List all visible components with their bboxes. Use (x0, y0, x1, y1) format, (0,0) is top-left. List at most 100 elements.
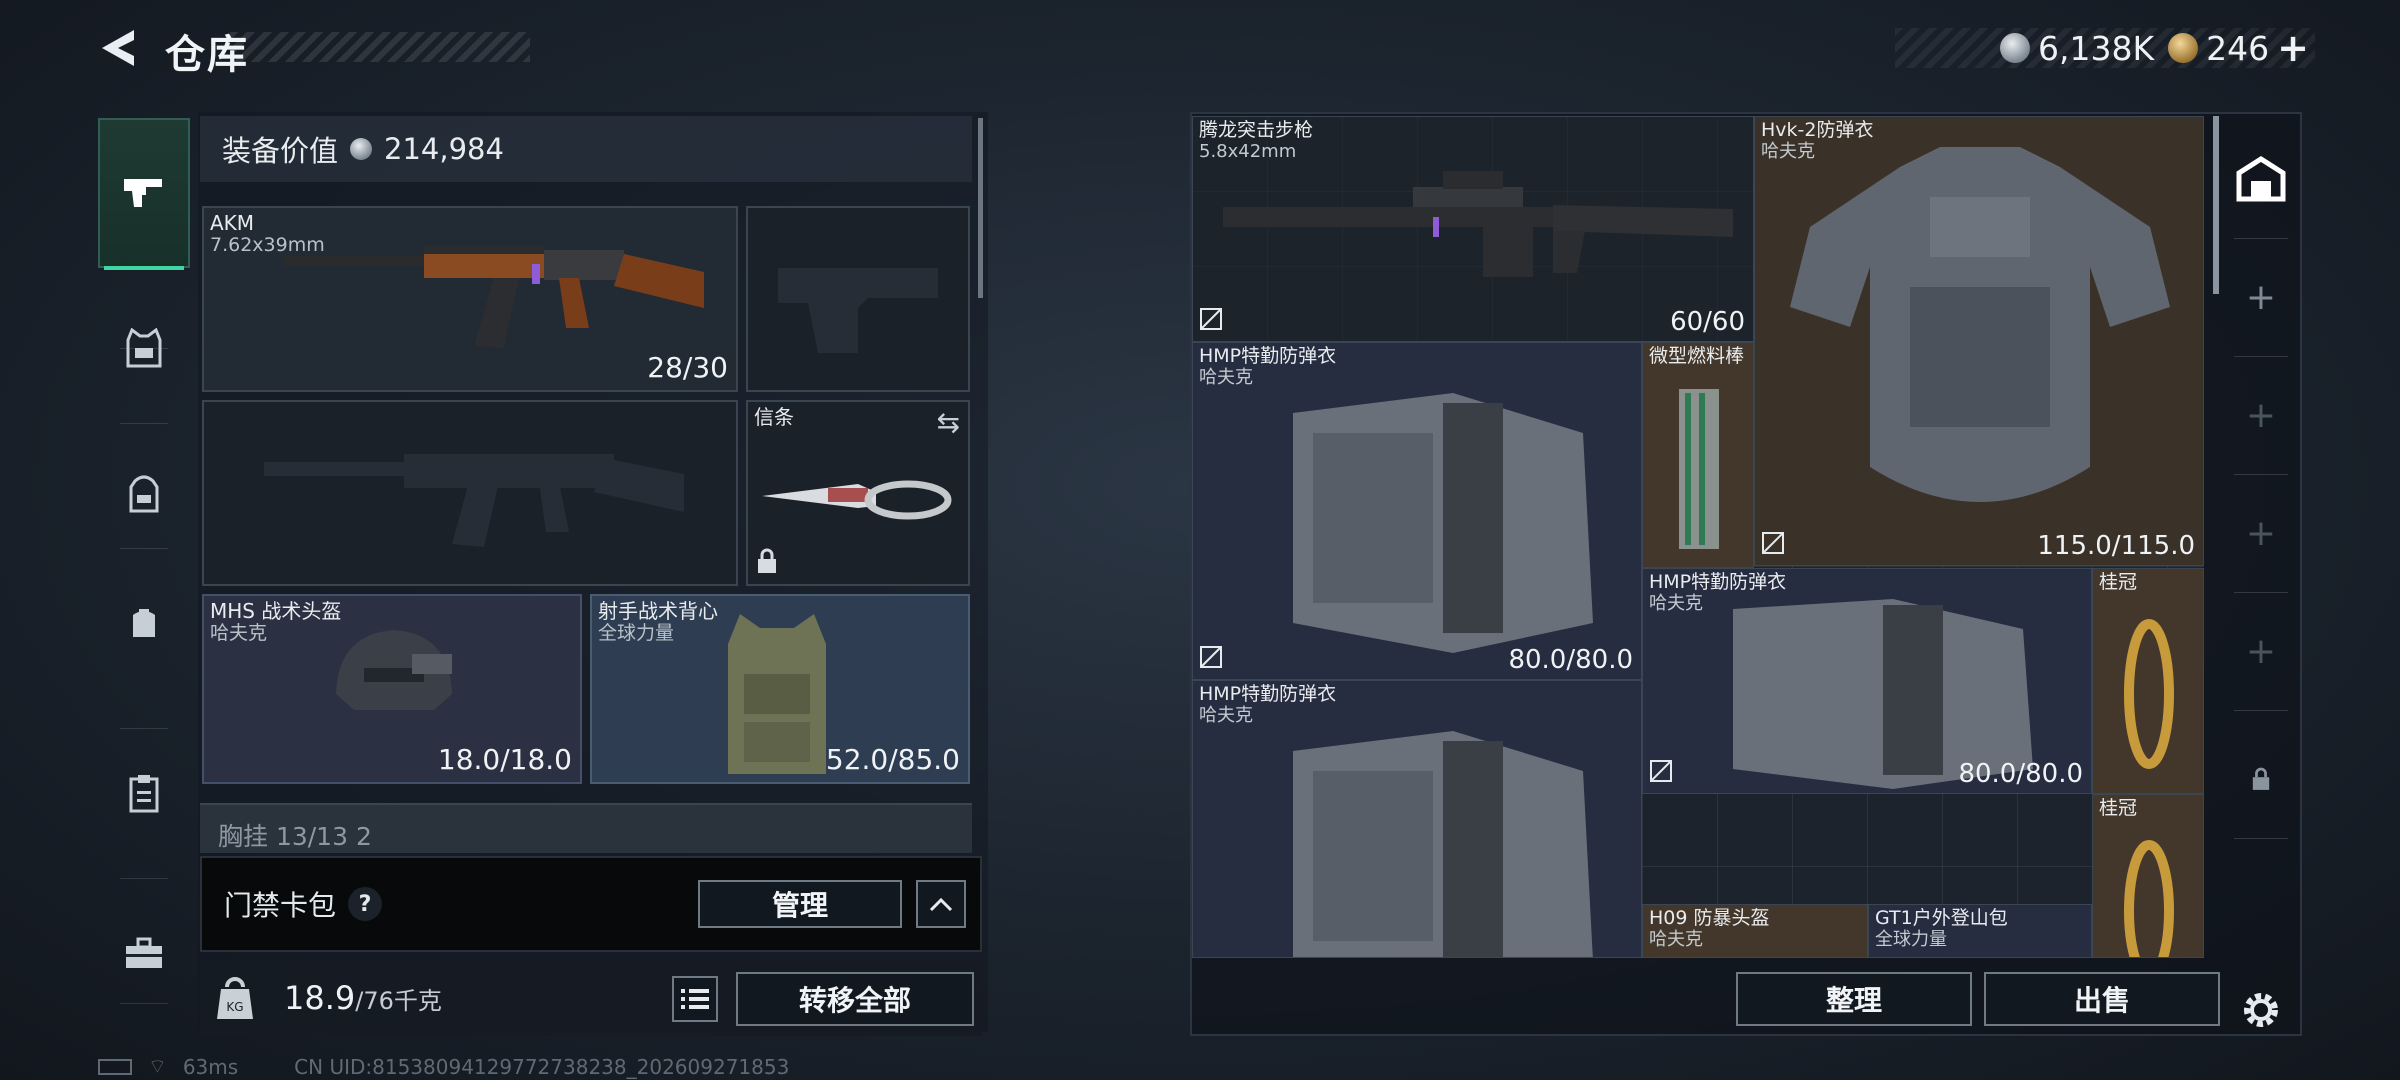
helmet-brand: 哈夫克 (210, 622, 268, 644)
currency-gold[interactable]: 246 + (2168, 26, 2309, 70)
primary-weapon-slot[interactable]: AKM 7.62x39mm 28/30 (202, 206, 738, 392)
stash-item[interactable]: 微型燃料棒 (1642, 342, 1754, 568)
stash-item[interactable]: H09 防暴头盔 哈夫克 (1642, 904, 1868, 958)
keycase-label: 门禁卡包 (224, 889, 337, 922)
laurel-crown-image (2124, 840, 2174, 957)
item-name: 腾龙突击步枪 (1199, 119, 1314, 141)
secondary-weapon-slot[interactable] (202, 400, 738, 586)
fuel-rod-image (1679, 389, 1719, 549)
helmet-name: MHS 战术头盔 (210, 599, 342, 623)
weapon-name: AKM (210, 211, 255, 235)
sort-button[interactable]: 整理 (1736, 972, 1972, 1026)
chest-rig-row-partial[interactable]: 胸挂 13/13 2 (200, 803, 972, 853)
manage-button[interactable]: 管理 (698, 880, 902, 928)
chevron-up-icon (929, 897, 953, 912)
sell-button[interactable]: 出售 (1984, 972, 2220, 1026)
weight-value: 18.9 (284, 979, 356, 1017)
help-icon[interactable]: ? (348, 887, 383, 921)
helmet-durability: 18.0/18.0 (437, 743, 572, 776)
item-sub: 哈夫克 (1199, 367, 1253, 388)
equipment-value-label: 装备价值 (222, 134, 339, 168)
item-sub: 哈夫克 (1649, 593, 1703, 614)
swap-icon[interactable]: ⇆ (937, 406, 960, 439)
vest-slot[interactable]: 射手战术背心 全球力量 52.0/85.0 (590, 594, 970, 784)
nav-toolbox[interactable] (98, 898, 190, 1008)
back-button[interactable] (98, 26, 142, 70)
add-currency-icon[interactable]: + (2277, 26, 2309, 70)
ping-text: 63ms (182, 1054, 239, 1079)
currency-bar: 6,138K 246 + (1895, 26, 2315, 70)
vest-brand: 全球力量 (598, 622, 675, 644)
equipment-value-row: 装备价值 214,984 (200, 116, 972, 182)
helmet-slot[interactable]: MHS 战术头盔 哈夫克 18.0/18.0 (202, 594, 582, 784)
stash-item[interactable]: 桂冠 (2092, 568, 2204, 794)
clipboard-icon (129, 775, 159, 813)
toolbox-icon (126, 937, 162, 968)
locked-stash-page[interactable] (2222, 720, 2300, 838)
armor-vest-image (1293, 393, 1593, 653)
nav-backpack[interactable] (98, 438, 190, 548)
weight-max: /76千克 (355, 987, 442, 1015)
equipment-value: 214,984 (384, 132, 504, 166)
stash-scrollbar[interactable] (2213, 116, 2219, 294)
list-view-button[interactable] (672, 976, 718, 1022)
stash-page-home[interactable] (2222, 120, 2300, 238)
item-sub: 哈夫克 (1649, 929, 1703, 950)
rifle-silhouette-icon (264, 454, 684, 547)
chevron-left-icon (102, 30, 134, 66)
add-stash-page-button[interactable]: + (2222, 238, 2300, 356)
plus-icon: + (2245, 512, 2277, 554)
knife-image (762, 480, 952, 520)
item-value: 80.0/80.0 (1958, 759, 2083, 789)
item-name: 桂冠 (2099, 571, 2138, 593)
lock-icon (2252, 767, 2270, 790)
vest-name: 射手战术背心 (598, 599, 718, 623)
currency-silver[interactable]: 6,138K (2000, 29, 2154, 68)
nav-pouch[interactable] (98, 568, 190, 678)
battery-icon (98, 1058, 132, 1075)
title-decoration (230, 32, 530, 62)
settings-button[interactable] (2222, 980, 2300, 1040)
nav-vest[interactable] (98, 308, 190, 388)
pistol-slot[interactable] (746, 206, 970, 392)
no-trade-icon (1199, 307, 1223, 335)
melee-slot[interactable]: 信条 ⇆ (746, 400, 970, 586)
nav-clipboard[interactable] (98, 728, 190, 858)
stash-item[interactable]: Hvk-2防弹衣 哈夫克 115.0/115.0 (1754, 116, 2204, 566)
item-name: HMP特勤防弹衣 (1199, 683, 1337, 705)
silver-coin-icon (350, 138, 373, 160)
collapse-button[interactable] (916, 880, 966, 928)
item-value: 60/60 (1670, 307, 1745, 337)
stash-item[interactable]: 腾龙突击步枪 5.8x42mm 60/60 (1192, 116, 1754, 342)
no-trade-icon (1761, 531, 1785, 559)
loadout-scrollbar[interactable] (978, 118, 983, 298)
item-name: GT1户外登山包 (1875, 907, 2008, 929)
stash-item[interactable]: HMP特勤防弹衣 哈夫克 80.0/80.0 (1192, 342, 1642, 680)
plus-icon: + (2245, 394, 2277, 436)
stash-page-slot[interactable]: + (2222, 592, 2300, 710)
status-bar: ⌔ 63ms CN UID:8153809412977273823​8_2026… (98, 1054, 789, 1079)
warehouse-icon (2236, 156, 2286, 202)
stash-item[interactable]: HMP特勤防弹衣 哈夫克 80.0/80.0 (1642, 568, 2092, 794)
stash-page-slot[interactable]: + (2222, 474, 2300, 592)
weight-kg-icon: KG (208, 971, 262, 1025)
uid-text: CN UID:8153809412977273823​8_20260927185… (294, 1054, 790, 1079)
pistol-silhouette-icon (778, 268, 938, 353)
vest-image (728, 614, 826, 774)
gold-coin-icon (2168, 33, 2199, 63)
item-name: 微型燃料棒 (1649, 345, 1745, 367)
stash-page-slot[interactable]: + (2222, 356, 2300, 474)
backpack-icon (129, 475, 159, 513)
stash-grid: 腾龙突击步枪 5.8x42mm 60/60 Hvk-2防弹衣 哈夫克 115.0… (1192, 116, 2204, 958)
nav-weapons[interactable] (98, 118, 190, 270)
transfer-all-button[interactable]: 转移全部 (736, 972, 974, 1026)
no-trade-icon (1199, 645, 1223, 673)
item-sub: 哈夫克 (1199, 705, 1253, 726)
helmet-image (336, 630, 452, 710)
stash-item[interactable]: 桂冠 (2092, 794, 2204, 958)
pouch-icon (133, 609, 155, 637)
category-nav (98, 108, 190, 1008)
stash-item[interactable]: HMP特勤防弹衣 哈夫克 (1192, 680, 1642, 958)
stash-item[interactable]: GT1户外登山包 全球力量 (1868, 904, 2092, 958)
page-title: 仓库 (165, 32, 249, 78)
